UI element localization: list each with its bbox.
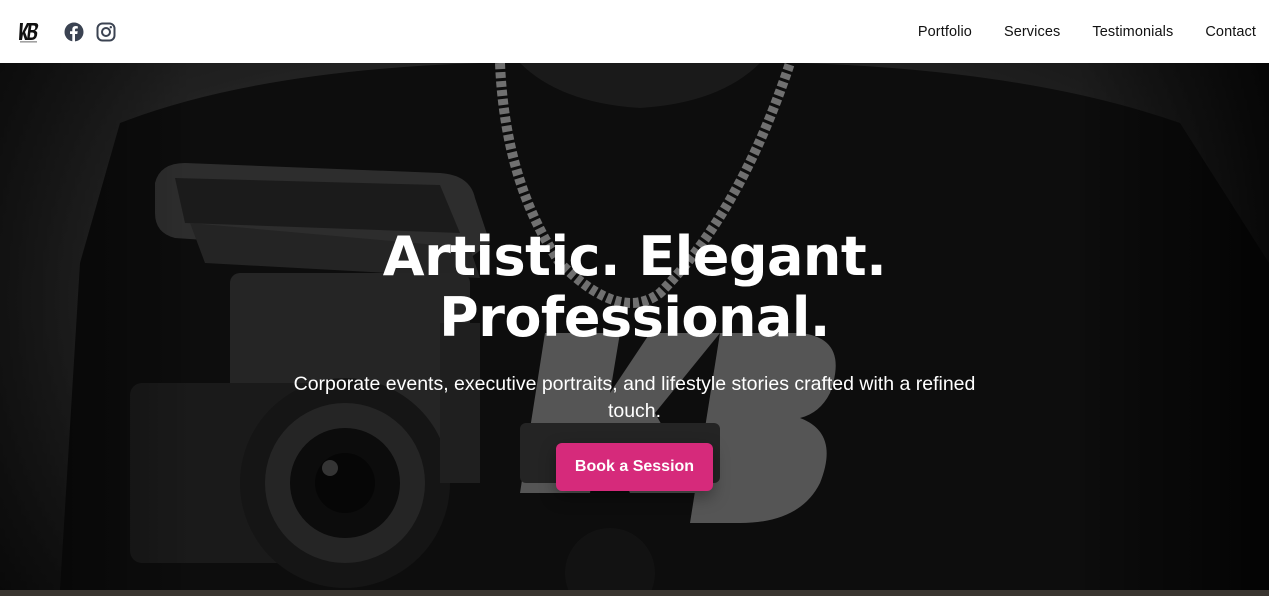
nav-services[interactable]: Services xyxy=(1004,24,1060,40)
hero-content: Artistic. Elegant. Professional. Corpora… xyxy=(0,63,1269,590)
main-nav: Portfolio Services Testimonials Contact xyxy=(886,24,1256,40)
nav-testimonials[interactable]: Testimonials xyxy=(1092,24,1173,40)
site-header: Portfolio Services Testimonials Contact xyxy=(0,0,1269,63)
hero-section: Artistic. Elegant. Professional. Corpora… xyxy=(0,63,1269,590)
hero-title-line-2: Professional. xyxy=(439,286,830,349)
hero-title-line-1: Artistic. Elegant. xyxy=(382,225,887,288)
nav-contact[interactable]: Contact xyxy=(1205,24,1256,40)
nav-portfolio[interactable]: Portfolio xyxy=(918,24,972,40)
hero-subtitle: Corporate events, executive portraits, a… xyxy=(293,373,976,422)
next-section-edge xyxy=(0,590,1269,596)
book-session-button[interactable]: Book a Session xyxy=(556,443,713,491)
social-links xyxy=(64,22,116,42)
kb-logo[interactable] xyxy=(18,20,40,44)
header-left xyxy=(18,20,116,44)
instagram-icon[interactable] xyxy=(96,22,116,42)
facebook-icon[interactable] xyxy=(64,22,84,42)
hero-title: Artistic. Elegant. Professional. xyxy=(315,226,955,348)
